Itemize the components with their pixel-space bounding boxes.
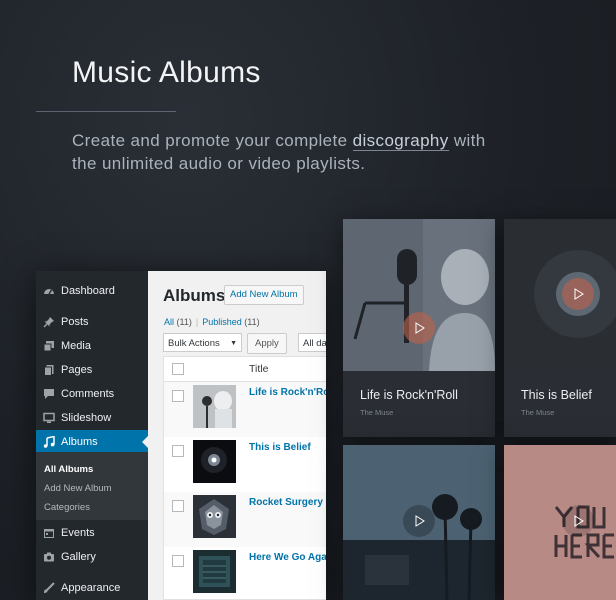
row-checkbox[interactable]	[172, 555, 184, 567]
albums-submenu: All Albums Add New Album Categories	[36, 452, 148, 520]
album-card[interactable]	[504, 445, 616, 600]
play-icon	[574, 515, 584, 527]
album-title-link[interactable]: Rocket Surgery	[249, 497, 323, 508]
page-title: Music Albums	[72, 56, 261, 89]
sidebar-item-gallery[interactable]: Gallery	[36, 545, 148, 569]
comment-icon	[42, 387, 56, 401]
album-card-artist: The Muse	[360, 408, 394, 417]
brush-icon	[42, 581, 56, 595]
play-icon	[574, 288, 584, 300]
album-card-title: Life is Rock'n'Roll	[360, 388, 458, 402]
album-title-link[interactable]: Here We Go Again	[249, 552, 326, 563]
sidebar-item-events[interactable]: Events	[36, 521, 148, 545]
filter-all[interactable]: All	[164, 317, 174, 327]
sidebar-item-label: Posts	[61, 316, 89, 328]
album-card-info: This is Belief The Muse	[504, 371, 616, 437]
admin-panel: Dashboard Posts Media Pages Comments Sli…	[36, 271, 326, 600]
album-card[interactable]	[343, 445, 495, 600]
dates-filter-select[interactable]: All da	[298, 333, 326, 352]
chevron-down-icon: ▼	[230, 340, 237, 347]
table-row: Rocket Surgery	[164, 492, 326, 547]
admin-sidebar: Dashboard Posts Media Pages Comments Sli…	[36, 271, 148, 600]
bulk-actions-select[interactable]: Bulk Actions ▼	[163, 333, 242, 352]
album-card[interactable]: This is Belief The Muse	[504, 219, 616, 437]
camera-icon	[42, 550, 56, 564]
filter-separator: |	[195, 317, 199, 327]
sidebar-item-posts[interactable]: Posts	[36, 310, 148, 334]
monitor-icon	[42, 411, 56, 425]
album-cover-image	[343, 219, 495, 371]
play-button[interactable]	[403, 312, 435, 344]
row-checkbox[interactable]	[172, 445, 184, 457]
sidebar-item-slideshow[interactable]: Slideshow	[36, 406, 148, 430]
sidebar-item-dashboard[interactable]: Dashboard	[36, 279, 148, 303]
title-divider	[36, 111, 176, 112]
play-icon	[415, 515, 425, 527]
table-row: Life is Rock'n'Roll	[164, 382, 326, 437]
column-title[interactable]: Title	[249, 363, 268, 375]
table-header: Title	[164, 357, 326, 382]
submenu-add-new-album[interactable]: Add New Album	[44, 483, 112, 494]
hero-description: Create and promote your complete discogr…	[72, 129, 512, 175]
play-button[interactable]	[562, 505, 594, 537]
album-card-info: Life is Rock'n'Roll The Muse	[343, 371, 495, 437]
play-button[interactable]	[562, 278, 594, 310]
bulk-actions-value: Bulk Actions	[168, 338, 220, 349]
album-card[interactable]: Life is Rock'n'Roll The Muse	[343, 219, 495, 437]
description-text: Create and promote your complete	[72, 131, 353, 150]
sidebar-item-albums[interactable]: Albums	[36, 430, 148, 454]
submenu-categories[interactable]: Categories	[44, 502, 90, 513]
sidebar-item-media[interactable]: Media	[36, 334, 148, 358]
sidebar-item-label: Slideshow	[61, 412, 112, 424]
sidebar-item-comments[interactable]: Comments	[36, 382, 148, 406]
pages-icon	[42, 363, 56, 377]
play-button[interactable]	[403, 505, 435, 537]
pin-icon	[42, 315, 56, 329]
album-cover-image	[504, 219, 616, 371]
submenu-all-albums[interactable]: All Albums	[44, 464, 93, 475]
sidebar-item-label: Events	[61, 527, 95, 539]
sidebar-item-pages[interactable]: Pages	[36, 358, 148, 382]
sidebar-item-label: Appearance	[61, 582, 121, 594]
albums-heading: Albums	[163, 286, 226, 305]
sidebar-item-label: Pages	[61, 364, 93, 376]
status-filters: All (11) | Published (11)	[164, 317, 260, 327]
filter-published-count: (11)	[244, 317, 260, 327]
filter-published[interactable]: Published	[202, 317, 242, 327]
album-card-title: This is Belief	[521, 388, 592, 402]
album-card-artist: The Muse	[521, 408, 555, 417]
sidebar-item-appearance[interactable]: Appearance	[36, 576, 148, 600]
albums-content: Albums Add New Album All (11) | Published …	[148, 271, 326, 600]
select-all-checkbox[interactable]	[172, 363, 184, 375]
row-checkbox[interactable]	[172, 500, 184, 512]
album-title-link[interactable]: Life is Rock'n'Roll	[249, 387, 326, 398]
album-thumbnail[interactable]	[193, 385, 236, 428]
discography-link[interactable]: discography	[352, 131, 449, 151]
album-cover-image	[504, 445, 616, 600]
album-thumbnail[interactable]	[193, 440, 236, 483]
row-checkbox[interactable]	[172, 390, 184, 402]
dates-filter-value: All da	[303, 338, 326, 349]
album-thumbnail[interactable]	[193, 495, 236, 538]
add-new-album-button[interactable]: Add New Album	[224, 285, 304, 305]
play-icon	[415, 322, 425, 334]
apply-button[interactable]: Apply	[247, 333, 287, 354]
sidebar-item-label: Media	[61, 340, 91, 352]
sidebar-item-label: Dashboard	[61, 285, 115, 297]
table-row: This is Belief	[164, 437, 326, 492]
album-thumbnail[interactable]	[193, 550, 236, 593]
sidebar-item-label: Albums	[61, 436, 98, 448]
sidebar-item-label: Comments	[61, 388, 115, 400]
dashboard-icon	[42, 284, 56, 298]
filter-all-count: (11)	[176, 317, 192, 327]
album-title-link[interactable]: This is Belief	[249, 442, 311, 453]
albums-table: Title Life is Rock'n'Roll	[163, 356, 326, 600]
sidebar-item-label: Gallery	[61, 551, 96, 563]
media-icon	[42, 339, 56, 353]
calendar-icon	[42, 526, 56, 540]
table-row: Here We Go Again	[164, 547, 326, 600]
music-note-icon	[42, 435, 56, 449]
